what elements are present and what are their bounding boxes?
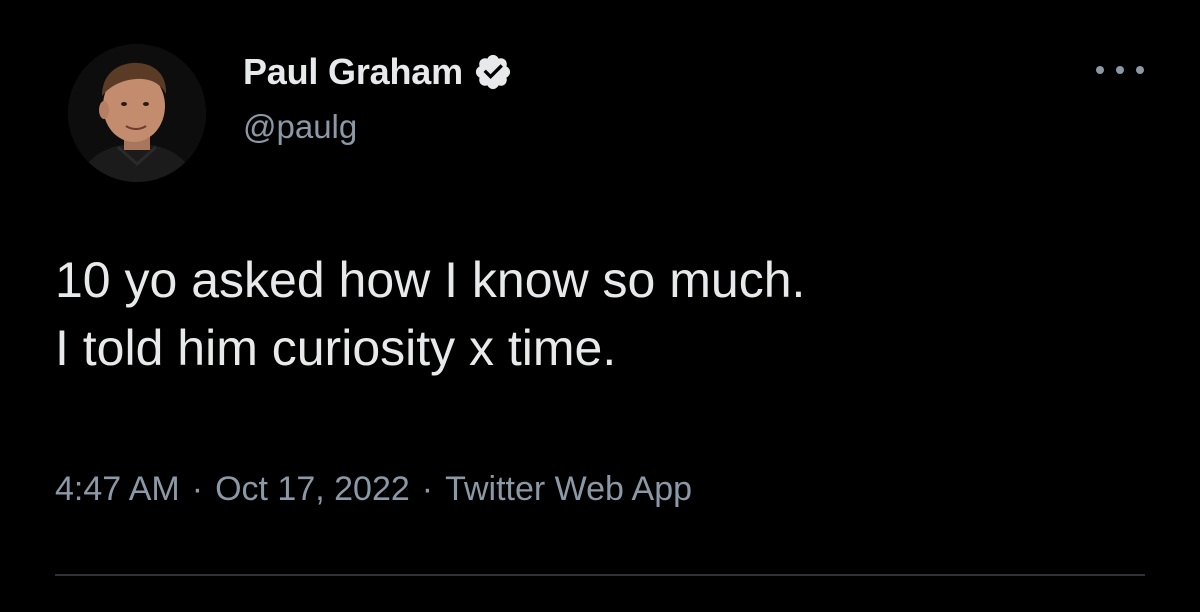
display-name[interactable]: Paul Graham [243,51,463,93]
tweet-time[interactable]: 4:47 AM [55,470,180,509]
tweet-text-line: 10 yo asked how I know so much. [55,252,806,308]
more-options-button[interactable] [1096,58,1144,82]
tweet-date[interactable]: Oct 17, 2022 [215,470,410,509]
meta-separator: · [421,470,434,508]
more-horizontal-icon [1096,66,1104,74]
meta-separator: · [191,470,204,508]
person-avatar-icon [68,44,206,182]
author-info: Paul Graham @paulg [243,50,513,146]
tweet-meta: 4:47 AM · Oct 17, 2022 · Twitter Web App [55,470,692,509]
verified-badge-icon [473,52,513,92]
user-handle[interactable]: @paulg [243,108,513,146]
tweet-source[interactable]: Twitter Web App [445,470,692,509]
tweet-text: 10 yo asked how I know so much. I told h… [55,246,1165,382]
tweet-text-line: I told him curiosity x time. [55,320,617,376]
tweet-card: Paul Graham @paulg 10 yo asked how I kno… [0,0,1200,612]
more-horizontal-icon-dot [1136,66,1144,74]
more-horizontal-icon-dot [1116,66,1124,74]
divider [55,574,1145,576]
name-row: Paul Graham [243,50,513,94]
avatar[interactable] [68,44,206,182]
